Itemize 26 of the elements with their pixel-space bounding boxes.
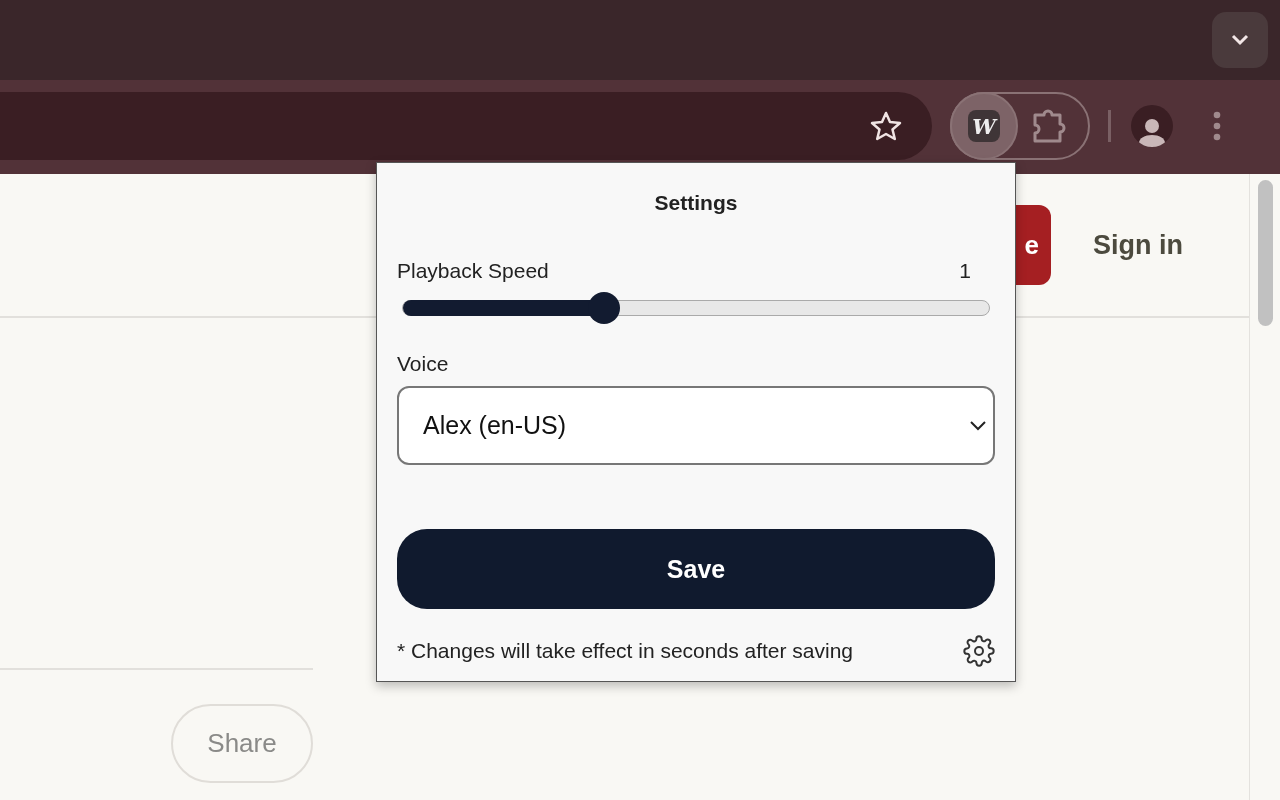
puzzle-icon (1032, 109, 1066, 143)
more-vertical-icon (1213, 111, 1221, 141)
chevron-down-icon (969, 419, 987, 432)
speed-slider[interactable] (402, 292, 990, 324)
speed-label: Playback Speed (397, 259, 549, 283)
menu-button[interactable] (1213, 111, 1221, 141)
save-button[interactable]: Save (397, 529, 995, 609)
popup-title: Settings (653, 191, 739, 215)
settings-icon (963, 635, 995, 667)
extension-button[interactable]: W (950, 92, 1018, 160)
voice-label: Voice (397, 352, 450, 376)
sign-in-link[interactable]: Sign in (1093, 229, 1183, 261)
note-text: * Changes will take effect in seconds after saving (397, 639, 854, 663)
chevron-down-icon (1231, 34, 1249, 46)
voice-select[interactable]: Alex (en-US) (397, 386, 995, 465)
speed-value: 1 (959, 259, 971, 283)
bookmark-button[interactable] (870, 111, 902, 141)
slider-thumb[interactable] (587, 292, 620, 324)
person-icon (1139, 117, 1165, 147)
extension-logo: W (968, 110, 1000, 142)
extensions-button[interactable] (1032, 109, 1066, 143)
settings-button[interactable] (963, 635, 995, 667)
profile-button[interactable] (1131, 105, 1173, 147)
star-icon (870, 111, 902, 141)
scrollbar-thumb[interactable] (1257, 180, 1273, 326)
tab-list-button[interactable] (1212, 12, 1268, 68)
